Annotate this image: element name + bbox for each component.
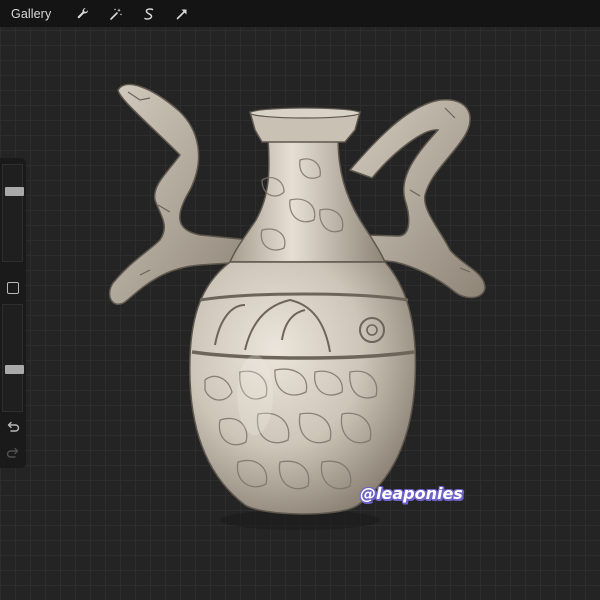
modify-button[interactable]	[7, 282, 19, 294]
redo-button[interactable]	[5, 446, 21, 460]
vase-mouth	[249, 107, 361, 119]
canvas-artwork[interactable]	[0, 0, 600, 600]
undo-button[interactable]	[5, 420, 21, 434]
opacity-slider[interactable]	[2, 304, 24, 412]
opacity-thumb[interactable]	[5, 365, 24, 375]
brush-size-slider[interactable]	[2, 164, 24, 262]
artist-watermark: @leaponies	[360, 484, 463, 503]
vase-body	[189, 261, 417, 515]
body-highlight	[237, 355, 273, 435]
brush-size-thumb[interactable]	[5, 187, 24, 197]
brush-sidebar	[0, 158, 26, 468]
